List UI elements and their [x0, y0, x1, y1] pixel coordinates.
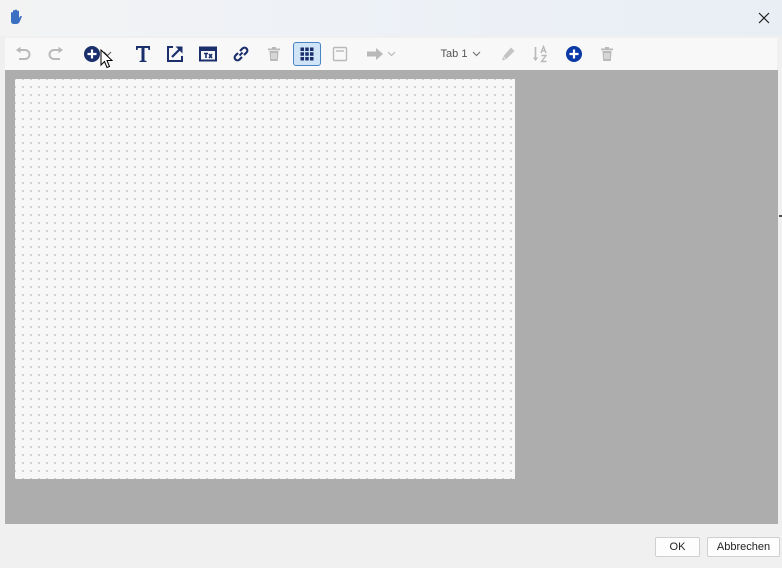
title-bar: [0, 0, 782, 36]
delete-button[interactable]: [262, 42, 286, 66]
add-circle-icon: [83, 46, 100, 62]
panel-icon: [332, 46, 348, 62]
pencil-icon: [502, 47, 515, 61]
chevron-down-icon: [473, 51, 481, 57]
trash-icon: [601, 47, 613, 61]
toolbar: Tab 1: [5, 38, 777, 71]
link-button[interactable]: [229, 42, 253, 66]
grid-toggle-button[interactable]: [293, 42, 321, 66]
design-canvas[interactable]: [15, 79, 515, 479]
trash-icon: [268, 47, 280, 61]
arrow-button[interactable]: [363, 42, 399, 66]
external-link-button[interactable]: [163, 42, 187, 66]
edit-tab-button[interactable]: [496, 42, 520, 66]
hand-icon: [9, 9, 23, 25]
close-icon: [758, 12, 770, 24]
link-icon: [233, 46, 249, 62]
work-area: [5, 70, 778, 524]
ok-button[interactable]: OK: [655, 537, 700, 557]
tab-select[interactable]: Tab 1: [435, 42, 487, 66]
grid-icon: [300, 47, 314, 61]
text-button[interactable]: [131, 42, 155, 66]
sort-az-icon: [532, 45, 548, 63]
undo-icon: [16, 46, 31, 60]
undo-button[interactable]: [11, 42, 35, 66]
redo-icon: [48, 46, 63, 60]
delete-tab-button[interactable]: [595, 42, 619, 66]
external-link-icon: [167, 46, 183, 62]
insert-window-button[interactable]: [196, 42, 220, 66]
window-icon: [199, 46, 217, 62]
redo-button[interactable]: [44, 42, 68, 66]
panel-button[interactable]: [328, 42, 352, 66]
cancel-button[interactable]: Abbrechen: [707, 537, 780, 557]
add-circle-icon: [566, 46, 582, 62]
arrow-right-icon: [367, 48, 383, 60]
add-tab-button[interactable]: [562, 42, 586, 66]
chevron-down-icon: [387, 51, 396, 57]
sort-button[interactable]: [529, 42, 553, 66]
close-button[interactable]: [746, 0, 782, 36]
mouse-cursor-icon: [100, 49, 114, 69]
text-icon: [136, 46, 150, 62]
tab-select-value: Tab 1: [440, 48, 468, 60]
